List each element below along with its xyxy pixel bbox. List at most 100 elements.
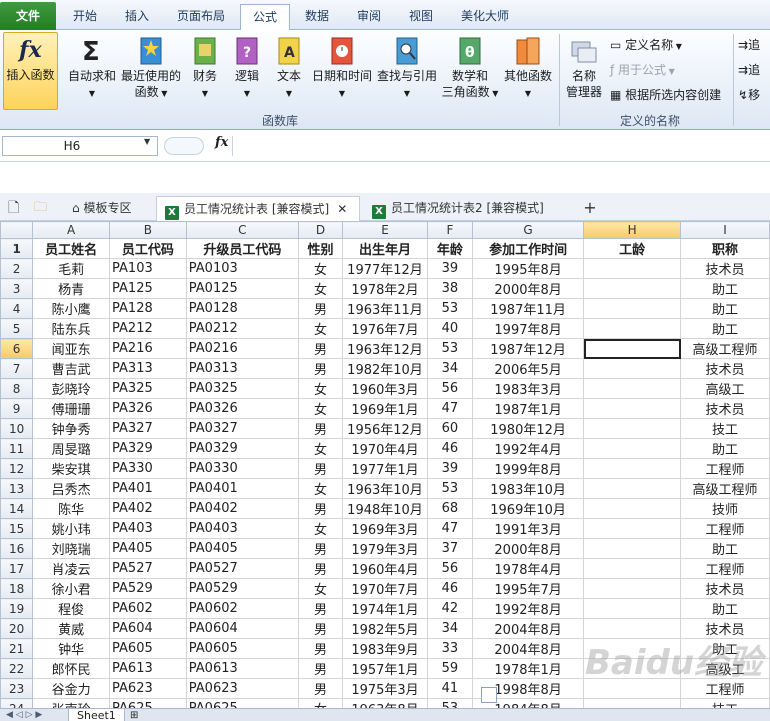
- table-cell[interactable]: 56: [426, 378, 473, 399]
- table-cell[interactable]: PA0330: [185, 458, 299, 479]
- tab-review[interactable]: 审阅: [344, 4, 394, 30]
- trace-precedents-button[interactable]: ⇉追: [738, 36, 760, 54]
- table-cell[interactable]: 男: [297, 638, 344, 659]
- finance-button[interactable]: 财务 ▼: [186, 34, 224, 104]
- table-cell[interactable]: 1977年1月: [342, 458, 428, 479]
- chevron-down-icon[interactable]: ▼: [144, 137, 150, 146]
- table-cell[interactable]: 助工: [680, 298, 770, 319]
- table-cell[interactable]: 女: [297, 698, 344, 708]
- row-header[interactable]: 5: [0, 318, 34, 339]
- table-cell[interactable]: 钟华: [32, 638, 111, 659]
- table-cell[interactable]: PA0527: [185, 558, 299, 579]
- row-header[interactable]: 13: [0, 478, 34, 499]
- table-cell[interactable]: 1970年4月: [342, 438, 428, 459]
- table-cell[interactable]: PA330: [109, 458, 187, 479]
- table-cell[interactable]: 39: [426, 258, 473, 279]
- table-cell[interactable]: 高级工程师: [680, 338, 770, 359]
- table-cell[interactable]: [583, 538, 682, 559]
- table-cell[interactable]: 女: [297, 258, 344, 279]
- table-cell[interactable]: 1960年3月: [342, 378, 428, 399]
- table-cell[interactable]: 53: [426, 298, 473, 319]
- selected-cell-h6[interactable]: [583, 338, 682, 359]
- table-cell[interactable]: PA0325: [185, 378, 299, 399]
- table-cell[interactable]: PA0625: [185, 698, 299, 708]
- table-cell[interactable]: [583, 258, 682, 279]
- row-header[interactable]: 1: [0, 238, 34, 259]
- table-cell[interactable]: 杨青: [32, 278, 111, 299]
- table-cell[interactable]: PA212: [109, 318, 187, 339]
- table-cell[interactable]: 男: [297, 498, 344, 519]
- create-from-selection-button[interactable]: ▦ 根据所选内容创建: [610, 86, 721, 104]
- row-header[interactable]: 6: [0, 338, 34, 359]
- table-cell[interactable]: [583, 418, 682, 439]
- table-cell[interactable]: PA327: [109, 418, 187, 439]
- table-cell[interactable]: [583, 558, 682, 579]
- table-cell[interactable]: 助工: [680, 538, 770, 559]
- table-cell[interactable]: 1995年8月: [471, 258, 585, 279]
- row-header[interactable]: 19: [0, 598, 34, 619]
- table-cell[interactable]: PA403: [109, 518, 187, 539]
- table-cell[interactable]: 刘晓瑞: [32, 538, 111, 559]
- table-cell[interactable]: 技术员: [680, 258, 770, 279]
- table-cell[interactable]: PA128: [109, 298, 187, 319]
- recent-functions-button[interactable]: 最近使用的 函数 ▼: [120, 34, 182, 108]
- header-cell[interactable]: 出生年月: [342, 238, 428, 259]
- text-button[interactable]: A 文本 ▼: [270, 34, 308, 104]
- table-cell[interactable]: 33: [426, 638, 473, 659]
- header-cell[interactable]: 员工代码: [109, 238, 187, 259]
- row-header[interactable]: 15: [0, 518, 34, 539]
- table-cell[interactable]: PA325: [109, 378, 187, 399]
- table-cell[interactable]: [583, 458, 682, 479]
- table-cell[interactable]: 1963年10月: [342, 478, 428, 499]
- table-cell[interactable]: 彭晓玲: [32, 378, 111, 399]
- table-cell[interactable]: 1982年5月: [342, 618, 428, 639]
- table-cell[interactable]: PA405: [109, 538, 187, 559]
- table-cell[interactable]: 助工: [680, 598, 770, 619]
- table-cell[interactable]: 女: [297, 518, 344, 539]
- table-cell[interactable]: 1992年4月: [471, 438, 585, 459]
- table-cell[interactable]: 助工: [680, 438, 770, 459]
- table-cell[interactable]: [583, 578, 682, 599]
- header-cell[interactable]: 职称: [680, 238, 770, 259]
- autosum-button[interactable]: Σ 自动求和 ▼: [64, 34, 120, 104]
- table-cell[interactable]: PA0402: [185, 498, 299, 519]
- table-cell[interactable]: 1956年12月: [342, 418, 428, 439]
- table-cell[interactable]: 周旻璐: [32, 438, 111, 459]
- table-cell[interactable]: 高级工: [680, 378, 770, 399]
- table-cell[interactable]: 53: [426, 478, 473, 499]
- table-cell[interactable]: PA0103: [185, 258, 299, 279]
- header-cell[interactable]: 性别: [297, 238, 344, 259]
- table-cell[interactable]: PA0313: [185, 358, 299, 379]
- table-cell[interactable]: 陆东兵: [32, 318, 111, 339]
- table-cell[interactable]: 42: [426, 598, 473, 619]
- doc-tab-2[interactable]: X 员工情况统计表2 [兼容模式]: [364, 196, 574, 221]
- table-cell[interactable]: 34: [426, 358, 473, 379]
- row-header[interactable]: 16: [0, 538, 34, 559]
- table-cell[interactable]: [583, 478, 682, 499]
- use-in-formula-button[interactable]: ƒ 用于公式 ▼: [610, 61, 675, 79]
- name-box[interactable]: H6: [2, 136, 158, 156]
- table-cell[interactable]: 男: [297, 418, 344, 439]
- table-cell[interactable]: 34: [426, 618, 473, 639]
- row-header[interactable]: 21: [0, 638, 34, 659]
- table-cell[interactable]: 毛莉: [32, 258, 111, 279]
- column-header-i[interactable]: I: [680, 221, 770, 239]
- column-header-a[interactable]: A: [32, 221, 111, 239]
- table-cell[interactable]: [583, 438, 682, 459]
- column-header-d[interactable]: D: [297, 221, 344, 239]
- insert-sheet-icon[interactable]: ⊞: [130, 709, 138, 721]
- new-document-icon[interactable]: 🗋: [8, 196, 19, 221]
- table-cell[interactable]: 闻亚东: [32, 338, 111, 359]
- row-header[interactable]: 18: [0, 578, 34, 599]
- table-cell[interactable]: 39: [426, 458, 473, 479]
- table-cell[interactable]: 男: [297, 558, 344, 579]
- table-cell[interactable]: 技术员: [680, 398, 770, 419]
- add-tab-button[interactable]: +: [578, 196, 602, 221]
- table-cell[interactable]: PA0327: [185, 418, 299, 439]
- table-cell[interactable]: 1987年11月: [471, 298, 585, 319]
- table-cell[interactable]: 男: [297, 338, 344, 359]
- row-header[interactable]: 20: [0, 618, 34, 639]
- column-header-e[interactable]: E: [342, 221, 428, 239]
- table-cell[interactable]: 1983年9月: [342, 638, 428, 659]
- trace-dependents-button[interactable]: ⇉追: [738, 61, 760, 79]
